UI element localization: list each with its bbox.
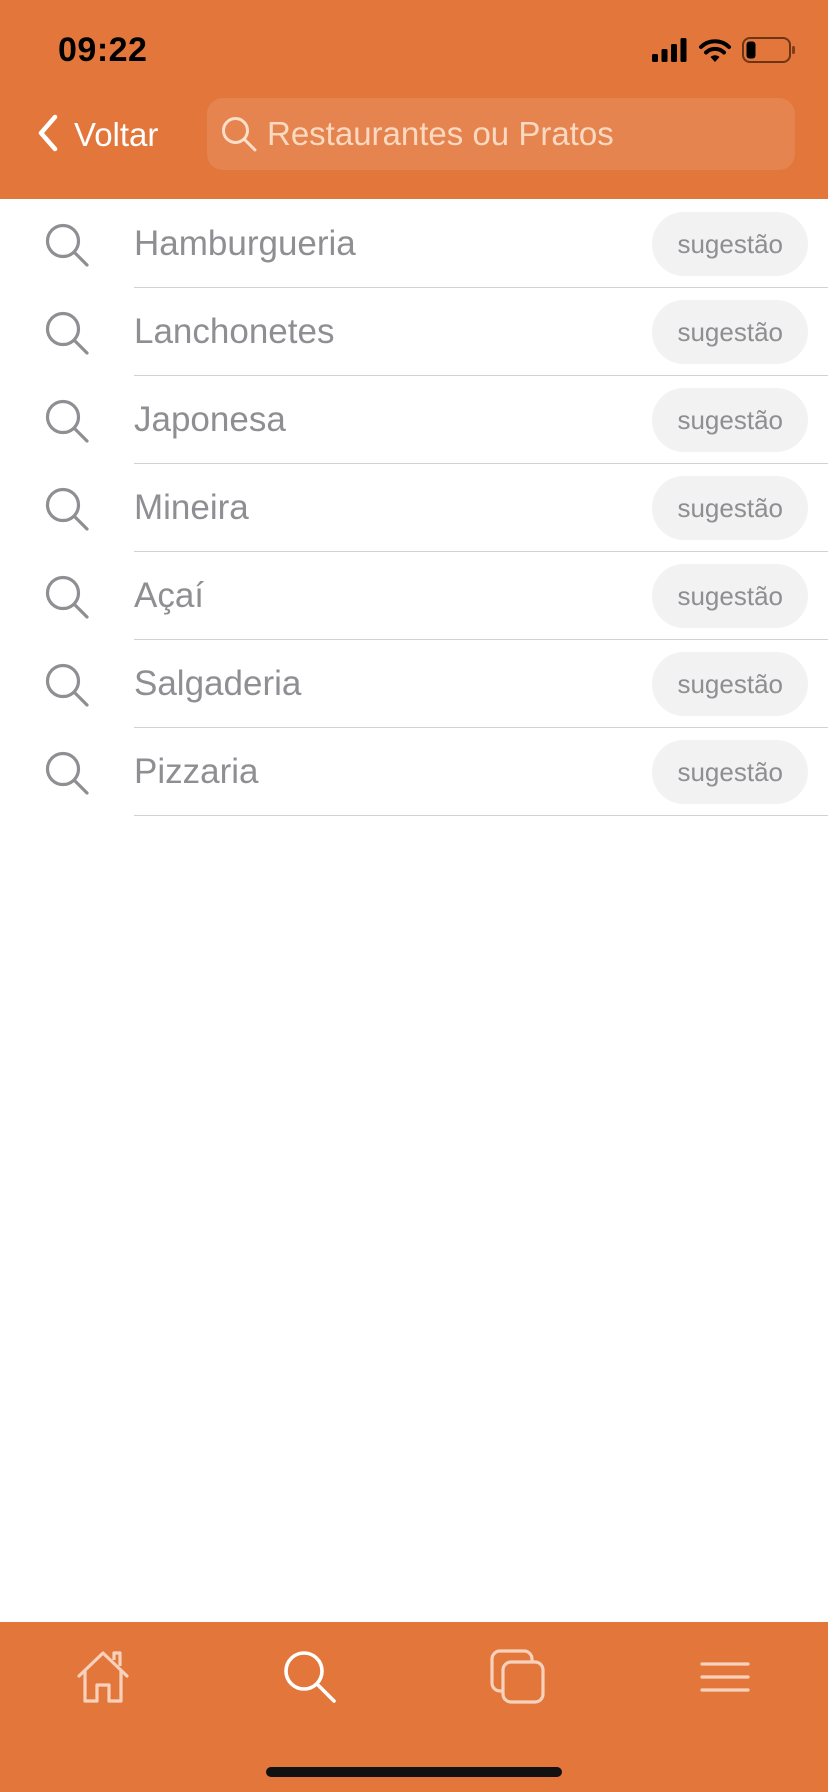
suggestion-label: Japonesa	[134, 400, 286, 439]
search-icon	[44, 222, 90, 268]
navigation-row: Voltar	[0, 98, 828, 172]
status-time: 09:22	[58, 31, 148, 69]
back-button[interactable]: Voltar	[36, 98, 158, 172]
suggestion-list: Hamburgueria sugestão Lanchonetes sugest…	[0, 200, 828, 816]
suggestion-label: Hamburgueria	[134, 224, 356, 263]
search-icon	[44, 750, 90, 796]
tab-search[interactable]	[275, 1644, 345, 1714]
status-icons	[652, 34, 796, 66]
wifi-icon	[698, 37, 732, 63]
suggestion-item[interactable]: Açaí sugestão	[0, 552, 828, 640]
orders-icon	[489, 1648, 547, 1711]
signal-icon	[652, 38, 688, 62]
top-header: 09:22 Voltar Restaurantes ou Pratos	[0, 0, 828, 199]
suggestion-label: Açaí	[134, 576, 205, 615]
suggestion-item[interactable]: Salgaderia sugestão	[0, 640, 828, 728]
search-icon	[44, 574, 90, 620]
search-icon	[219, 114, 259, 154]
tab-menu[interactable]	[690, 1644, 760, 1714]
suggestion-item[interactable]: Mineira sugestão	[0, 464, 828, 552]
tab-home[interactable]	[68, 1644, 138, 1714]
suggestion-label: Mineira	[134, 488, 249, 527]
search-icon	[44, 486, 90, 532]
home-icon	[73, 1647, 133, 1712]
suggestion-badge: sugestão	[652, 476, 808, 540]
suggestion-badge: sugestão	[652, 300, 808, 364]
suggestion-badge: sugestão	[652, 652, 808, 716]
menu-icon	[700, 1660, 750, 1699]
search-screen: 09:22 Voltar Restaurantes ou Pratos Hamb…	[0, 0, 828, 1792]
suggestion-label: Pizzaria	[134, 752, 259, 791]
home-indicator[interactable]	[266, 1767, 562, 1777]
suggestion-item[interactable]: Pizzaria sugestão	[0, 728, 828, 816]
search-icon	[44, 662, 90, 708]
suggestion-badge: sugestão	[652, 564, 808, 628]
suggestion-label: Lanchonetes	[134, 312, 335, 351]
chevron-left-icon	[36, 114, 60, 157]
tab-orders[interactable]	[483, 1644, 553, 1714]
battery-icon	[742, 37, 796, 63]
search-field[interactable]	[207, 98, 795, 170]
suggestion-badge: sugestão	[652, 740, 808, 804]
suggestion-item[interactable]: Lanchonetes sugestão	[0, 288, 828, 376]
back-label: Voltar	[74, 116, 159, 153]
tab-bar	[0, 1622, 828, 1792]
search-input[interactable]	[267, 115, 787, 153]
suggestion-label: Salgaderia	[134, 664, 302, 703]
search-icon	[44, 398, 90, 444]
suggestion-badge: sugestão	[652, 388, 808, 452]
suggestion-item[interactable]: Hamburgueria sugestão	[0, 200, 828, 288]
search-icon	[282, 1649, 338, 1710]
suggestion-badge: sugestão	[652, 212, 808, 276]
row-divider	[134, 815, 828, 816]
suggestion-item[interactable]: Japonesa sugestão	[0, 376, 828, 464]
search-icon	[44, 310, 90, 356]
